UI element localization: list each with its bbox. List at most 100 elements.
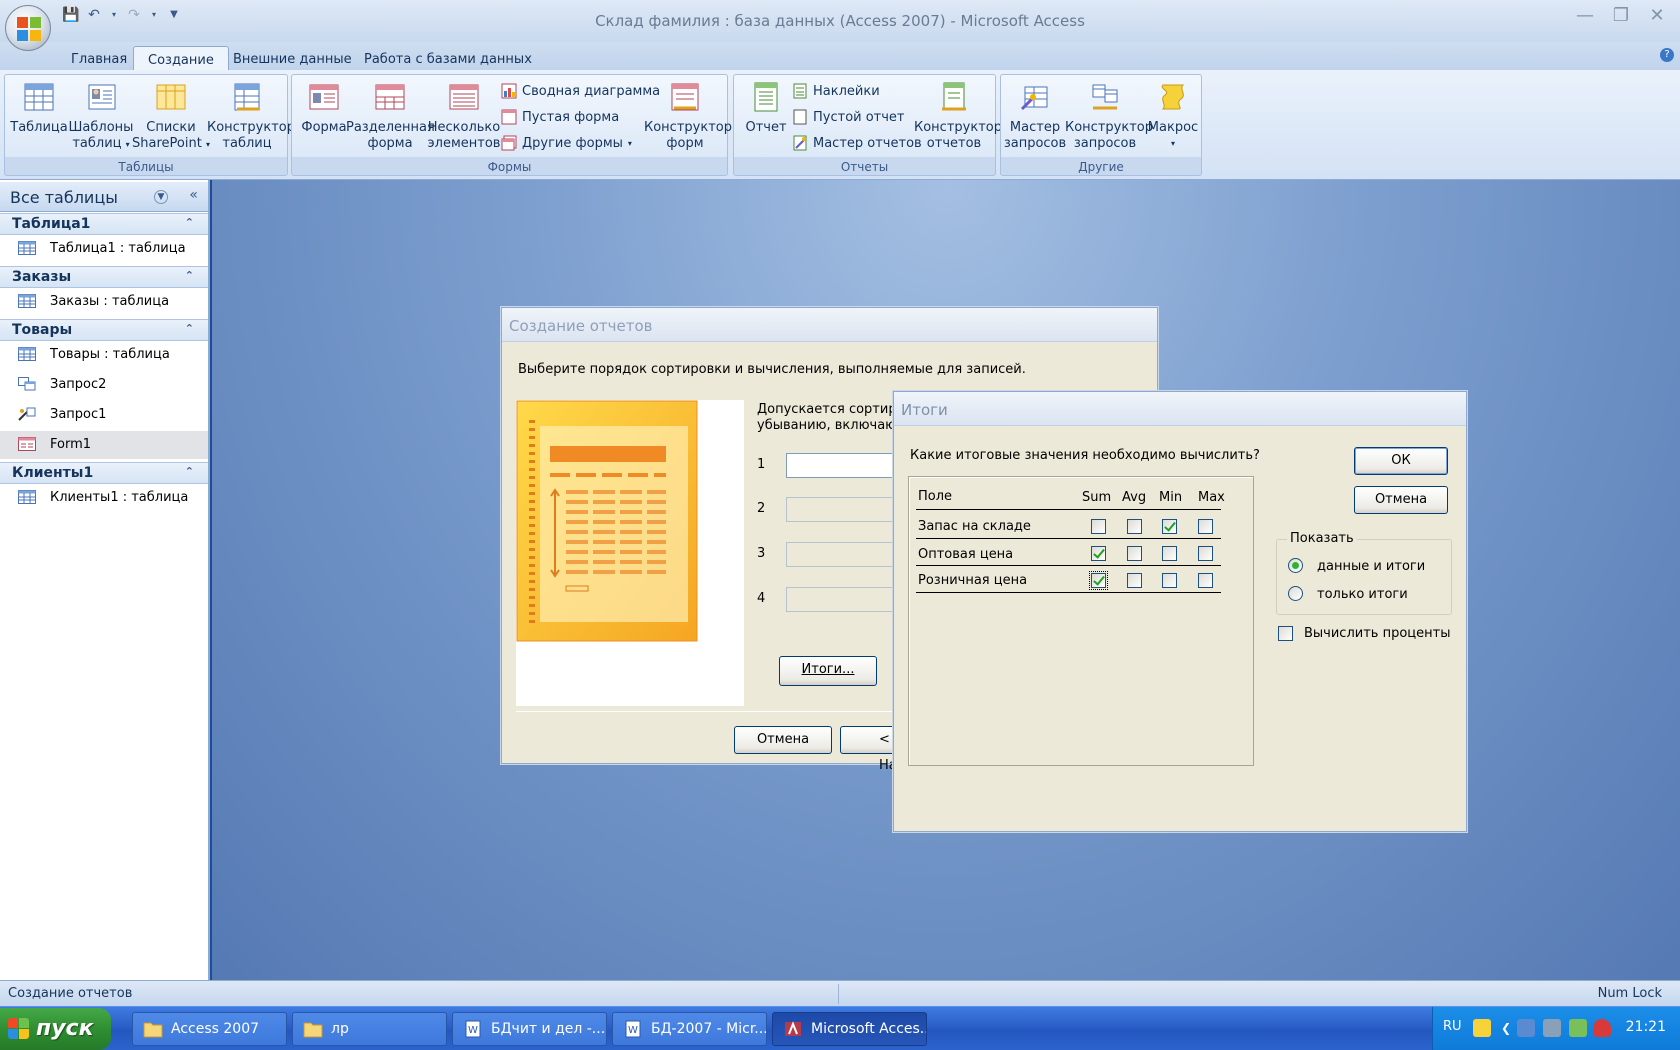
nav-item-selected[interactable]: Form1 [0,431,208,459]
network-disconnected-icon[interactable] [1543,1019,1561,1037]
table-designer-button[interactable]: Конструктор таблиц [207,81,295,152]
chevron-left-icon[interactable]: ❮ [1497,1019,1515,1037]
collapse-group-icon[interactable]: ⌃ [185,465,194,478]
word-document-icon: W [625,1020,641,1038]
checkbox-stock-max[interactable] [1198,519,1213,534]
update-query-icon [18,407,36,421]
maximize-icon[interactable]: ❐ [1610,6,1632,26]
nav-item[interactable]: Заказы : таблица [0,288,208,316]
nav-group-goods[interactable]: Товары ⌃ [0,319,208,341]
help-tray-icon[interactable] [1473,1019,1491,1037]
nav-item[interactable]: Таблица1 : таблица [0,235,208,263]
close-icon[interactable]: ✕ [1646,6,1668,26]
user-tray-icon[interactable] [1569,1019,1587,1037]
nav-group-clients[interactable]: Клиенты1 ⌃ [0,462,208,484]
sort-field-2[interactable] [786,497,894,522]
checkbox-retail-sum[interactable] [1089,571,1108,590]
sharepoint-lists-button[interactable]: Списки SharePoint ▾ [129,81,213,153]
summary-options-button[interactable]: Итоги... [779,656,877,686]
group-forms: Форма Разделенная форма Несколько элемен… [291,74,732,176]
macro-button[interactable]: Макрос ▾ [1145,81,1201,152]
wizard-cancel-button[interactable]: Отмена [734,726,832,754]
report-icon [754,82,778,112]
blank-report-icon [793,109,807,125]
radio-detail-and-summary[interactable] [1288,558,1303,573]
taskbar-item[interactable]: лр [292,1012,447,1046]
checkbox-wholesale-avg[interactable] [1127,546,1142,561]
checkbox-wholesale-min[interactable] [1162,546,1177,561]
split-form-button[interactable]: Разделенная форма [346,81,435,152]
taskbar-item[interactable]: W БД-2007 - Micr... [612,1012,767,1046]
nav-header[interactable]: Все таблицы ▼ « [0,182,208,212]
collapse-pane-icon[interactable]: « [189,187,198,203]
blank-form-button[interactable]: Пустая форма [501,109,619,125]
checkbox-retail-avg[interactable] [1127,573,1142,588]
tab-home[interactable]: Главная [57,46,141,70]
nav-item[interactable]: Запрос2 [0,371,208,399]
form-designer-icon [671,83,699,111]
nav-dropdown-icon[interactable]: ▼ [154,190,168,204]
security-shield-icon[interactable] [1593,1019,1611,1037]
checkbox-stock-sum[interactable] [1091,519,1106,534]
report-button[interactable]: Отчет [738,81,794,136]
wizard-back-button[interactable]: < На [840,726,900,773]
other-forms-button[interactable]: Другие формы ▾ [501,135,632,151]
blank-form-icon [501,109,517,125]
blank-report-button[interactable]: Пустой отчет [792,109,905,125]
ok-button[interactable]: ОК [1354,447,1448,475]
minimize-icon[interactable]: — [1574,6,1596,26]
form-button[interactable]: Форма [296,81,352,136]
word-document-icon: W [465,1020,481,1038]
network-icon[interactable] [1517,1019,1535,1037]
system-tray: RU ❮ 21:21 [1432,1007,1680,1050]
checkbox-stock-min[interactable] [1162,519,1177,534]
clock: 21:21 [1625,1019,1666,1035]
collapse-group-icon[interactable]: ⌃ [185,322,194,335]
language-indicator[interactable]: RU [1443,1019,1462,1034]
checkbox-calculate-percent[interactable] [1278,626,1293,641]
nav-group-orders[interactable]: Заказы ⌃ [0,266,208,288]
sharepoint-lists-icon [156,84,186,110]
tab-external-data[interactable]: Внешние данные [219,46,366,70]
group-tables: Таблица Шаблоны таблиц ▾ Списки SharePoi… [4,74,295,176]
checkbox-stock-avg[interactable] [1127,519,1142,534]
table-button[interactable]: Таблица [9,81,69,136]
report-wizard-button[interactable]: Мастер отчетов [792,135,922,151]
report-designer-button[interactable]: Конструктор отчетов [914,81,1002,152]
nav-item[interactable]: Клиенты1 : таблица [0,484,208,512]
labels-button[interactable]: Наклейки [792,83,880,99]
form-designer-button[interactable]: Конструктор форм [644,81,732,152]
sort-field-1[interactable] [786,453,894,478]
taskbar-item-active[interactable]: Microsoft Acces... [772,1012,927,1046]
help-icon[interactable]: ? [1660,48,1674,62]
checkbox-retail-min[interactable] [1162,573,1177,588]
sort-number: 1 [757,457,766,472]
multiple-items-button[interactable]: Несколько элементов [426,81,502,152]
sort-field-4[interactable] [786,587,894,612]
office-button[interactable] [5,5,51,51]
nav-item[interactable]: Товары : таблица [0,341,208,369]
nav-group-table1[interactable]: Таблица1 ⌃ [0,213,208,235]
table-templates-button[interactable]: Шаблоны таблиц ▾ [65,81,137,153]
cancel-button[interactable]: Отмена [1354,486,1448,514]
query-wizard-button[interactable]: Мастер запросов [1003,81,1067,152]
totals-question: Какие итоговые значения необходимо вычис… [910,448,1260,463]
checkbox-wholesale-sum[interactable] [1091,546,1106,561]
tab-create[interactable]: Создание [133,46,229,70]
sort-field-3[interactable] [786,542,894,567]
nav-item[interactable]: Запрос1 [0,401,208,429]
query-designer-button[interactable]: Конструктор запросов [1065,81,1153,152]
start-button[interactable]: пуск [0,1008,111,1050]
collapse-group-icon[interactable]: ⌃ [185,269,194,282]
radio-label: данные и итоги [1317,559,1426,574]
tab-database-tools[interactable]: Работа с базами данных [350,46,546,70]
radio-summary-only[interactable] [1288,586,1303,601]
wizard-description-line2: убыванию, включающа [757,418,897,433]
checkbox-wholesale-max[interactable] [1198,546,1213,561]
taskbar-item[interactable]: Access 2007 [132,1012,287,1046]
checkbox-retail-max[interactable] [1198,573,1213,588]
taskbar-item[interactable]: W БДчит и дел -... [452,1012,607,1046]
collapse-group-icon[interactable]: ⌃ [185,216,194,229]
pivot-chart-button[interactable]: Сводная диаграмма [501,83,660,99]
wizard-preview-panel [516,400,744,706]
